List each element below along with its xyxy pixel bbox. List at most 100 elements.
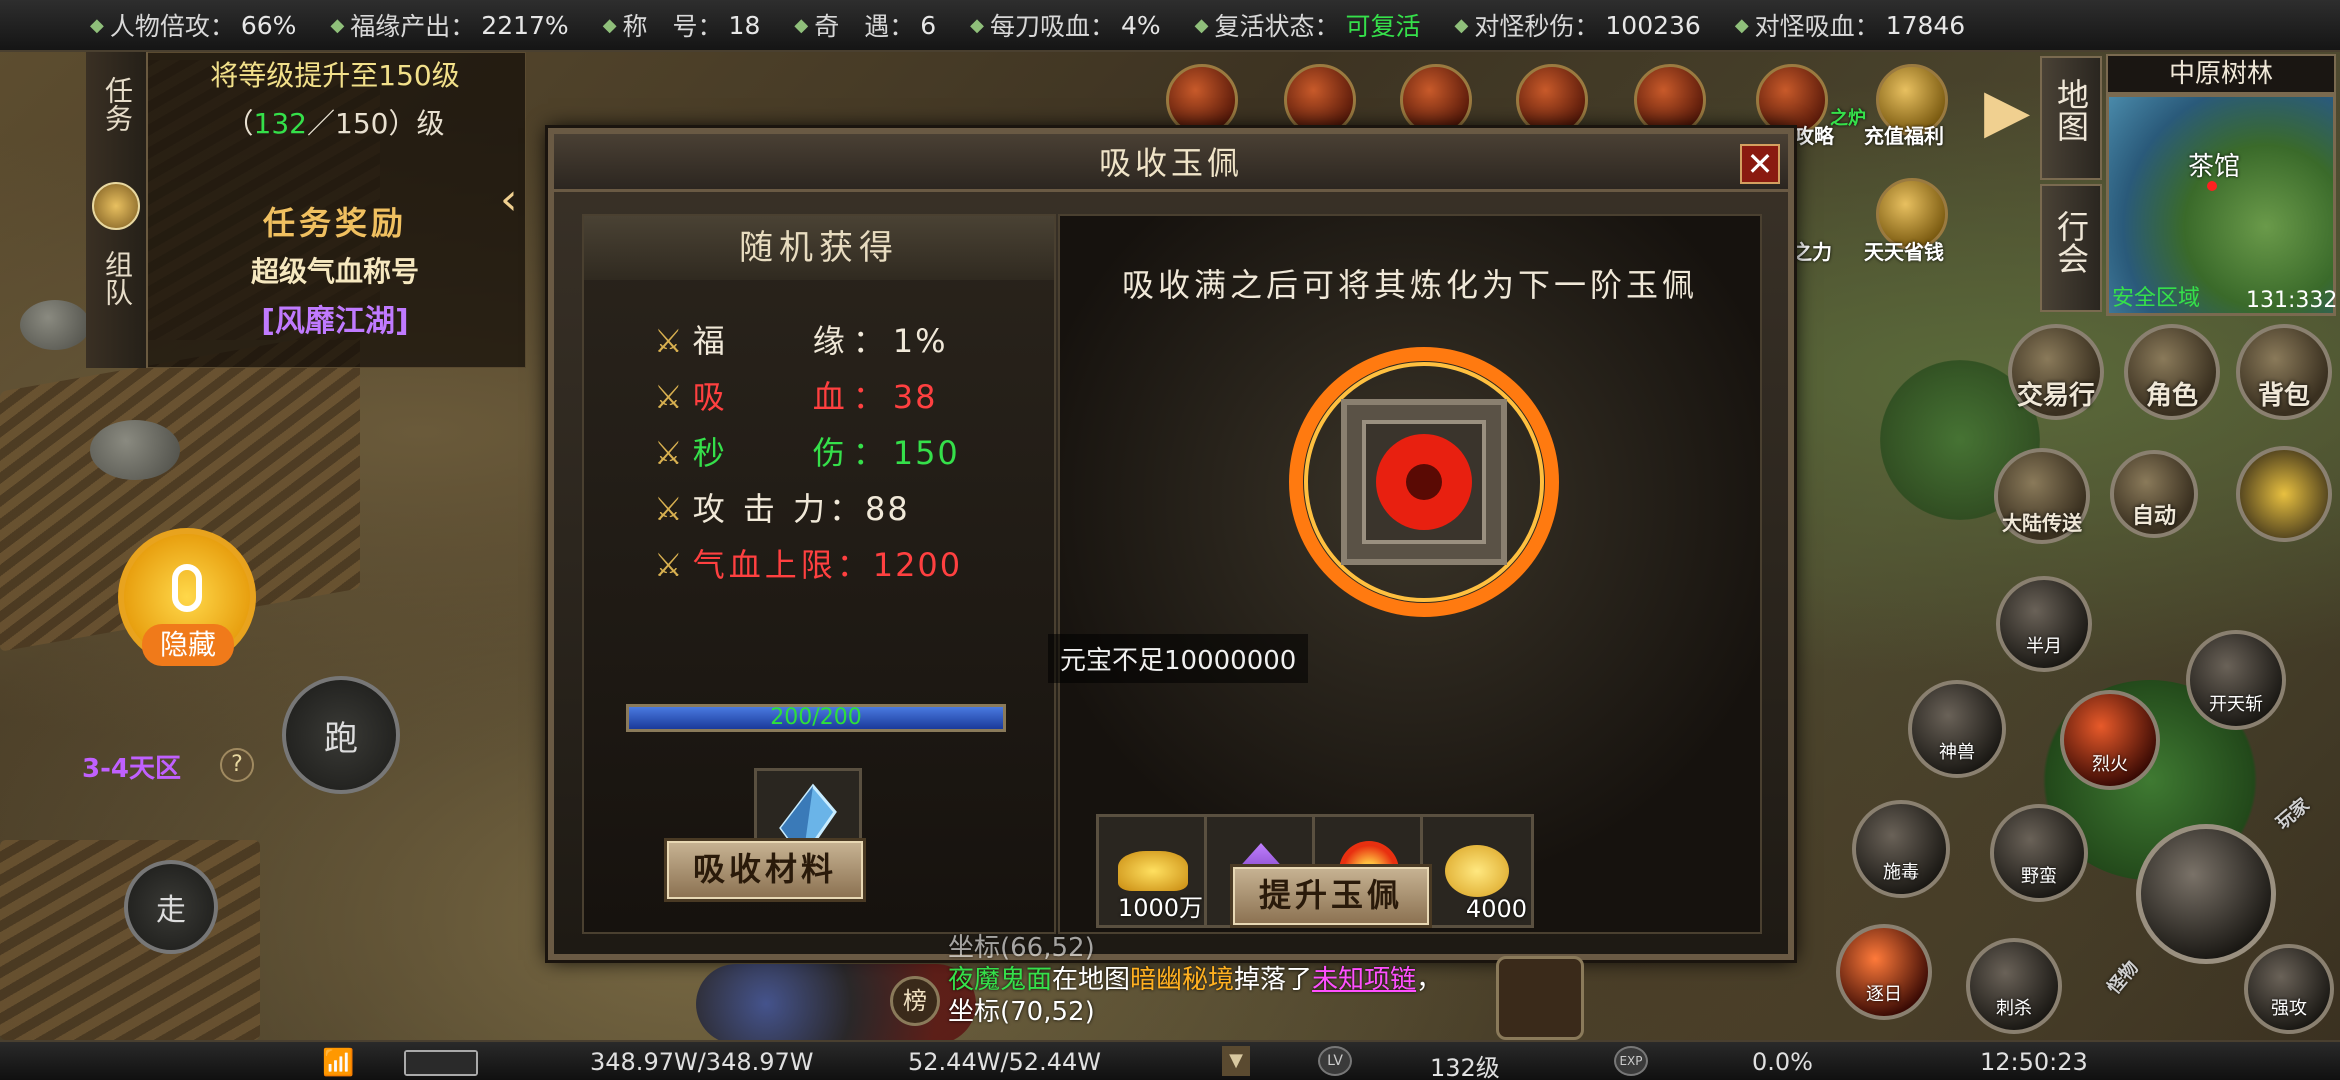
skill-heaven-slash[interactable]: 开天斩 — [2186, 630, 2286, 730]
random-gain-title: 随机获得 — [584, 216, 1054, 280]
expand-arrow-icon[interactable]: ▶ — [1984, 76, 2030, 146]
gold-coins-icon — [1445, 845, 1509, 897]
run-joystick[interactable]: 跑 — [282, 676, 400, 794]
chat-line: 坐标(70,52) — [948, 997, 1095, 1027]
quest-title[interactable]: 将等级提升至150级 — [150, 54, 520, 94]
absorb-progress-text: 200/200 — [770, 705, 862, 730]
skill-poison[interactable]: 施毒 — [1852, 800, 1950, 898]
insufficient-ingot-warning: 元宝不足10000000 — [1048, 634, 1309, 683]
attack-button[interactable] — [2136, 824, 2276, 964]
tab-team[interactable]: 组队 — [94, 250, 140, 313]
skill-savage[interactable]: 野蛮 — [1990, 804, 2088, 902]
exp-value: 0.0% — [1752, 1048, 1813, 1076]
event-icon[interactable] — [1400, 64, 1472, 136]
exp-badge: EXP — [1614, 1046, 1648, 1076]
trade-market-button[interactable]: 交易行 — [2008, 324, 2104, 420]
refine-hint: 吸收满之后可将其炼化为下一阶玉佩 — [1121, 266, 1698, 304]
minimap-location: 茶馆 — [2188, 152, 2241, 182]
map-name: 中原树林 — [2106, 54, 2336, 94]
quest-reward-text: 超级气血称号 — [250, 255, 419, 288]
skill-sun-chase[interactable]: 逐日 — [1836, 924, 1932, 1020]
stat-lifesteal-vs-monster: ◆ 对怪吸血： 17846 — [1734, 10, 1966, 42]
event-icon[interactable] — [1516, 64, 1588, 136]
stat-title: ◆ 称 号： 18 — [602, 10, 761, 42]
skill-half-moon[interactable]: 半月 — [1996, 576, 2092, 672]
stat-row-fortune: ⚔ 福 缘：1% — [654, 322, 948, 360]
skill-strong-attack[interactable]: 强攻 — [2244, 944, 2334, 1034]
quest-reward-name: [风靡江湖] — [261, 304, 409, 339]
help-icon[interactable]: ? — [220, 748, 254, 782]
random-gain-panel: 随机获得 ⚔ 福 缘：1% ⚔ 吸 血：38 ⚔ 秒 伤：150 ⚔ 攻 击 力：88 … — [582, 214, 1056, 934]
refresh-icon[interactable] — [92, 182, 140, 230]
wifi-icon: 📶 — [322, 1048, 355, 1078]
top-stats-bar: ◆ 人物倍攻： 66% ◆ 福缘产出： 2217% ◆ 称 号： 18 ◆ 奇 遇： 6 ◆ 每刀… — [0, 0, 2340, 52]
diamond-icon: ◆ — [1454, 14, 1469, 36]
bag-button[interactable]: 背包 — [2236, 324, 2332, 420]
hide-label[interactable]: 隐藏 — [142, 624, 234, 666]
battery-icon — [404, 1050, 478, 1076]
jade-pendant-icon[interactable] — [1286, 344, 1562, 620]
tab-task[interactable]: 任务 — [94, 76, 140, 139]
continent-teleport-button[interactable]: 大陆传送 — [1994, 448, 2090, 544]
crossed-swords-icon: ⚔ — [654, 378, 683, 416]
quest-progress: （132／150）级 — [225, 107, 445, 140]
power-label: 之力 — [1792, 240, 1832, 264]
clock: 12:50:23 — [1980, 1048, 2088, 1076]
material-slot[interactable]: 1000万 — [1096, 814, 1210, 928]
quest-side-tabs: 任务 组队 — [86, 52, 148, 368]
stat-dps-vs-monster: ◆ 对怪秒伤： 100236 — [1454, 10, 1701, 42]
diamond-icon: ◆ — [90, 14, 104, 36]
event-icon[interactable] — [1166, 64, 1238, 136]
diamond-icon: ◆ — [1734, 14, 1749, 36]
diamond-icon: ◆ — [970, 14, 984, 36]
stat-row-dps: ⚔ 秒 伤：150 — [654, 434, 960, 472]
furnace-label: 之炉 — [1830, 108, 1866, 129]
crossed-swords-icon: ⚔ — [654, 490, 683, 528]
jade-refine-panel: 吸收满之后可将其炼化为下一阶玉佩 1000万 3000 20 4000 提升玉佩 — [1058, 214, 1762, 934]
ranking-button[interactable]: 榜 — [890, 976, 940, 1026]
zone-label[interactable]: 3-4天区 — [82, 748, 181, 785]
diamond-icon: ◆ — [330, 14, 345, 36]
character-button[interactable]: 角色 — [2124, 324, 2220, 420]
chat-line: 坐标(66,52) — [948, 933, 1095, 963]
rock — [20, 300, 90, 350]
crossed-swords-icon: ⚔ — [654, 434, 683, 472]
material-slot[interactable]: 4000 — [1420, 814, 1534, 928]
map-coordinates: 131:332 — [2246, 288, 2338, 313]
skill-stab[interactable]: 刺杀 — [1966, 938, 2062, 1034]
stat-fortune-output: ◆ 福缘产出： 2217% — [330, 10, 569, 42]
guide-label: 攻略 — [1794, 124, 1834, 148]
tab-map[interactable]: 地图 — [2040, 56, 2102, 180]
absorb-material-button[interactable]: 吸收材料 — [664, 838, 866, 902]
stat-encounter: ◆ 奇 遇： 6 — [794, 10, 937, 42]
stat-lifesteal-per-hit: ◆ 每刀吸血： 4% — [970, 10, 1161, 42]
walk-button[interactable]: 走 — [124, 860, 218, 954]
gold-ingot-icon — [1118, 851, 1188, 891]
menu-diamond-button[interactable] — [2236, 446, 2332, 542]
close-button[interactable]: ✕ — [1740, 144, 1780, 184]
level-badge: LV — [1318, 1046, 1352, 1076]
event-icon[interactable] — [1284, 64, 1356, 136]
auto-button[interactable]: 自动 — [2110, 450, 2198, 538]
chat-log[interactable]: 坐标(66,52) 夜魔鬼面在地图暗幽秘境掉落了未知项链， 坐标(70,52) — [948, 933, 1528, 1028]
tab-guild[interactable]: 行会 — [2040, 184, 2102, 312]
crossed-swords-icon: ⚔ — [654, 546, 683, 584]
upgrade-jade-button[interactable]: 提升玉佩 — [1230, 864, 1432, 928]
diamond-icon: ◆ — [1194, 14, 1209, 36]
level-value: 132级 — [1430, 1054, 1500, 1080]
safe-zone-label: 安全区域 — [2112, 286, 2201, 311]
recharge-welfare-label: 充值福利 — [1864, 124, 1944, 148]
absorb-jade-dialog: 吸收玉佩 ✕ 随机获得 ⚔ 福 缘：1% ⚔ 吸 血：38 ⚔ 秒 伤：150 ⚔ 攻 … — [548, 128, 1794, 960]
absorb-progress-bar: 200/200 — [626, 704, 1006, 732]
diamond-icon: ◆ — [602, 14, 617, 36]
skill-divine-beast[interactable]: 神兽 — [1908, 680, 2006, 778]
stat-row-attack: ⚔ 攻 击 力：88 — [654, 490, 910, 528]
stat-attack-multiplier: ◆ 人物倍攻： 66% — [90, 10, 297, 42]
event-icon[interactable] — [1634, 64, 1706, 136]
diamond-icon: ◆ — [794, 14, 809, 36]
quest-reward-title: 任务奖励 — [262, 204, 407, 242]
expand-chat-icon[interactable]: ▼ — [1222, 1046, 1250, 1076]
skill-fire[interactable]: 烈火 — [2060, 690, 2160, 790]
collapse-arrow-icon[interactable]: ‹ — [500, 170, 522, 230]
bottom-status-bar: 📶 348.97W/348.97W 52.44W/52.44W ▼ LV 132… — [0, 1040, 2340, 1080]
